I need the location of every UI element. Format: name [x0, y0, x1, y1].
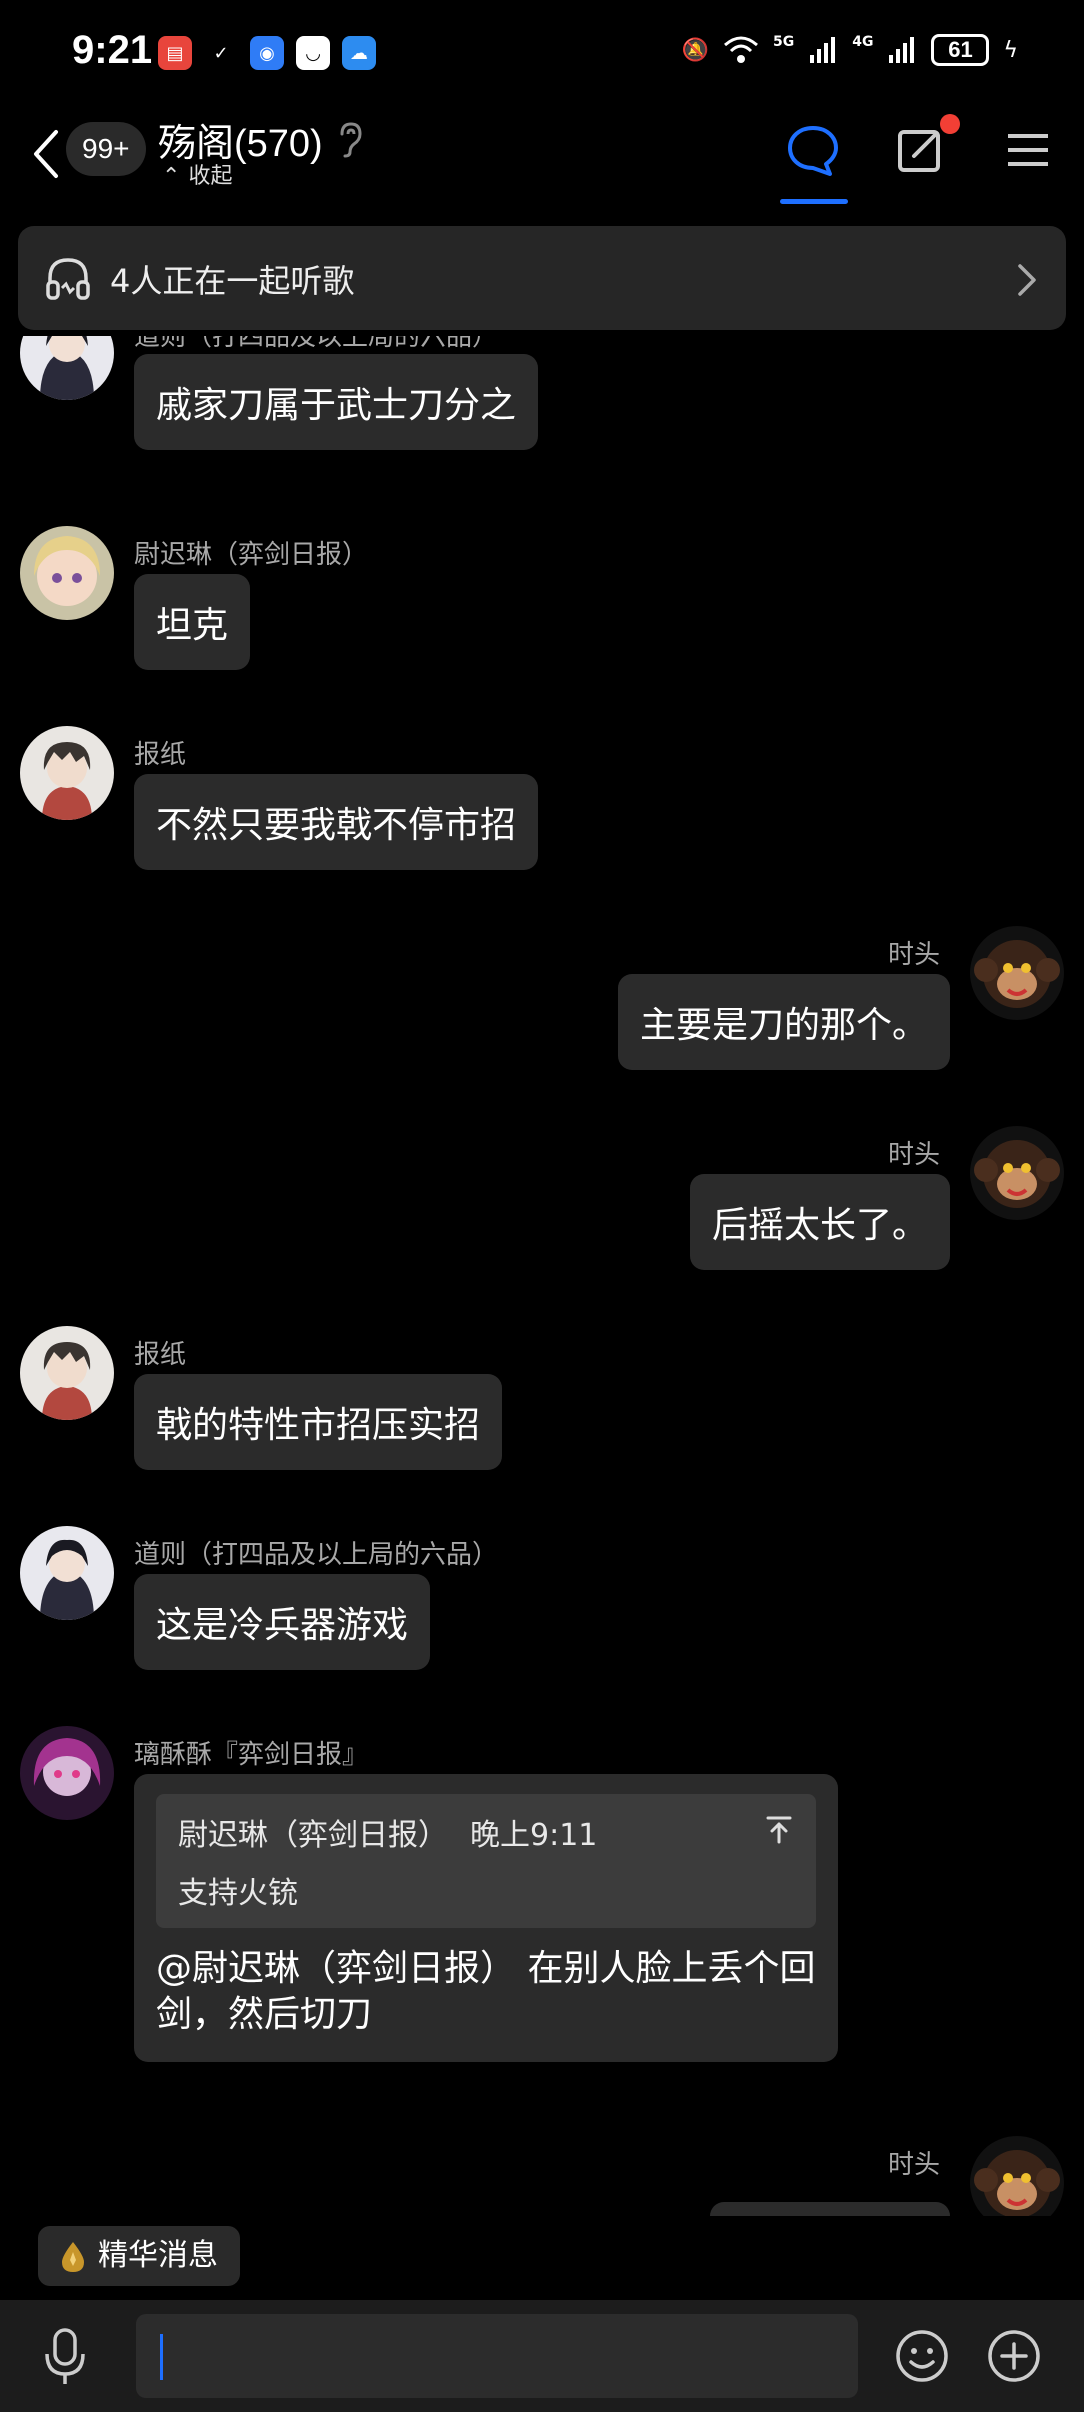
status-time: 9:21	[72, 28, 153, 72]
tab-chat[interactable]	[780, 120, 852, 204]
signal-icon-2	[889, 37, 915, 63]
ear-icon	[340, 122, 362, 158]
message-item-self: 时头 主要是刀的那个。	[0, 926, 1084, 1106]
quoted-text: 支持火铳	[178, 1876, 298, 1911]
chevron-right-icon	[1018, 264, 1036, 296]
wifi-icon	[724, 36, 759, 63]
listen-together-banner[interactable]: 4人正在一起听歌	[18, 226, 1066, 330]
shop-app-icon: ◡	[296, 36, 330, 70]
chat-header: 99+ 殇阁(570) ⌃ 收起	[0, 100, 1084, 210]
status-indicators: 🔕 5G 4G 61 ϟ	[682, 34, 1018, 66]
message-item: 璃酥酥『弈剑日报』 尉迟琳（弈剑日报） 晚上9:11 支持火铳 @尉迟琳（弈剑日报…	[0, 1726, 1084, 2062]
unread-badge[interactable]: 99+	[66, 122, 146, 176]
browser-app-icon: ◉	[250, 36, 284, 70]
message-input[interactable]	[136, 2314, 858, 2398]
sender-name: 尉迟琳（弈剑日报）	[134, 540, 369, 570]
text-caret	[160, 2334, 163, 2380]
sender-name: 时头	[887, 940, 940, 970]
essence-messages-button[interactable]: 精华消息	[38, 2226, 240, 2286]
sender-name: 道则（打四品及以上局的六品）	[134, 336, 499, 352]
message-item: 道则（打四品及以上局的六品） 这是冷兵器游戏	[0, 1526, 1084, 1706]
status-bar: 9:21 ▤ ✓ ◉ ◡ ☁ 🔕 5G 4G 61 ϟ	[0, 0, 1084, 100]
message-bubble[interactable]	[710, 2202, 950, 2216]
battery-level: 61	[948, 37, 973, 62]
essence-label: 精华消息	[98, 2238, 218, 2273]
input-bar	[0, 2300, 1084, 2412]
sender-name: 时头	[887, 2150, 940, 2180]
avatar-self[interactable]	[970, 926, 1064, 1020]
avatar[interactable]	[20, 1526, 114, 1620]
notification-dot	[940, 114, 960, 134]
collapse-label: 收起	[188, 164, 233, 189]
notification-icons: ▤ ✓ ◉ ◡ ☁	[158, 36, 376, 70]
message-bubble[interactable]: 主要是刀的那个。	[617, 974, 950, 1070]
active-tab-indicator	[780, 199, 848, 204]
message-item: 报纸 戟的特性市招压实招	[0, 1326, 1084, 1506]
collapse-toggle[interactable]: ⌃ 收起	[162, 158, 232, 190]
message-list[interactable]: 道则（打四品及以上局的六品） 戚家刀属于武士刀分之 尉迟琳（弈剑日报） 坦克 报…	[0, 336, 1084, 2216]
message-item: 尉迟琳（弈剑日报） 坦克	[0, 526, 1084, 706]
menu-icon[interactable]	[1006, 130, 1050, 170]
back-arrow-icon[interactable]	[26, 126, 66, 182]
charging-icon: ϟ	[1003, 37, 1018, 63]
chat-bubble-icon	[788, 126, 838, 176]
message-bubble[interactable]: 坦克	[134, 574, 251, 670]
avatar[interactable]	[20, 726, 114, 820]
message-item: 报纸 不然只要我戟不停市招	[0, 726, 1084, 906]
battery-icon: 61	[931, 34, 990, 66]
message-item-self: 时头	[0, 2136, 1084, 2216]
message-item: 道则（打四品及以上局的六品） 戚家刀属于武士刀分之	[0, 336, 1084, 450]
jump-to-original-icon[interactable]	[764, 1814, 794, 1844]
sender-name: 报纸	[134, 740, 187, 770]
essence-drop-icon	[62, 2242, 84, 2272]
avatar[interactable]	[20, 1726, 114, 1820]
avatar[interactable]	[20, 1326, 114, 1420]
quoted-sender: 尉迟琳（弈剑日报）	[178, 1818, 448, 1853]
message-bubble[interactable]: 后摇太长了。	[689, 1174, 950, 1270]
avatar-self[interactable]	[970, 2136, 1064, 2216]
message-bubble[interactable]: 戟的特性市招压实招	[134, 1374, 503, 1470]
network-4g-label: 4G	[852, 34, 874, 50]
quoted-time: 晚上9:11	[470, 1818, 598, 1853]
network-5g-label: 5G	[773, 34, 795, 50]
message-item-self: 时头 后摇太长了。	[0, 1126, 1084, 1306]
message-bubble[interactable]: 戚家刀属于武士刀分之	[134, 354, 539, 450]
sender-name: 时头	[887, 1140, 940, 1170]
sender-name: 璃酥酥『弈剑日报』	[134, 1740, 369, 1770]
avatar[interactable]	[20, 336, 114, 400]
quoted-message[interactable]: 尉迟琳（弈剑日报） 晚上9:11 支持火铳	[156, 1794, 816, 1928]
listen-together-text: 4人正在一起听歌	[110, 262, 355, 300]
emoji-icon[interactable]	[894, 2328, 950, 2384]
mute-icon: 🔕	[681, 37, 710, 63]
plus-icon[interactable]	[986, 2328, 1042, 2384]
sender-name: 报纸	[134, 1340, 187, 1370]
weather-app-icon: ☁	[342, 36, 376, 70]
edit-icon[interactable]	[896, 124, 948, 176]
headphones-icon	[46, 258, 90, 300]
message-bubble[interactable]: 这是冷兵器游戏	[134, 1574, 431, 1670]
microphone-icon[interactable]	[42, 2326, 88, 2388]
signal-icon	[810, 37, 836, 63]
link-app-icon: ✓	[204, 36, 238, 70]
chevron-up-icon: ⌃	[162, 164, 181, 189]
book-app-icon: ▤	[158, 36, 192, 70]
avatar[interactable]	[20, 526, 114, 620]
message-bubble[interactable]: 不然只要我戟不停市招	[134, 774, 539, 870]
reply-text: @尉迟琳（弈剑日报） 在别人脸上丢个回剑，然后切刀	[156, 1948, 816, 2035]
avatar-self[interactable]	[970, 1126, 1064, 1220]
reply-message-bubble[interactable]: 尉迟琳（弈剑日报） 晚上9:11 支持火铳 @尉迟琳（弈剑日报） 在别人脸上丢个回…	[134, 1774, 838, 2062]
sender-name: 道则（打四品及以上局的六品）	[134, 1540, 499, 1570]
